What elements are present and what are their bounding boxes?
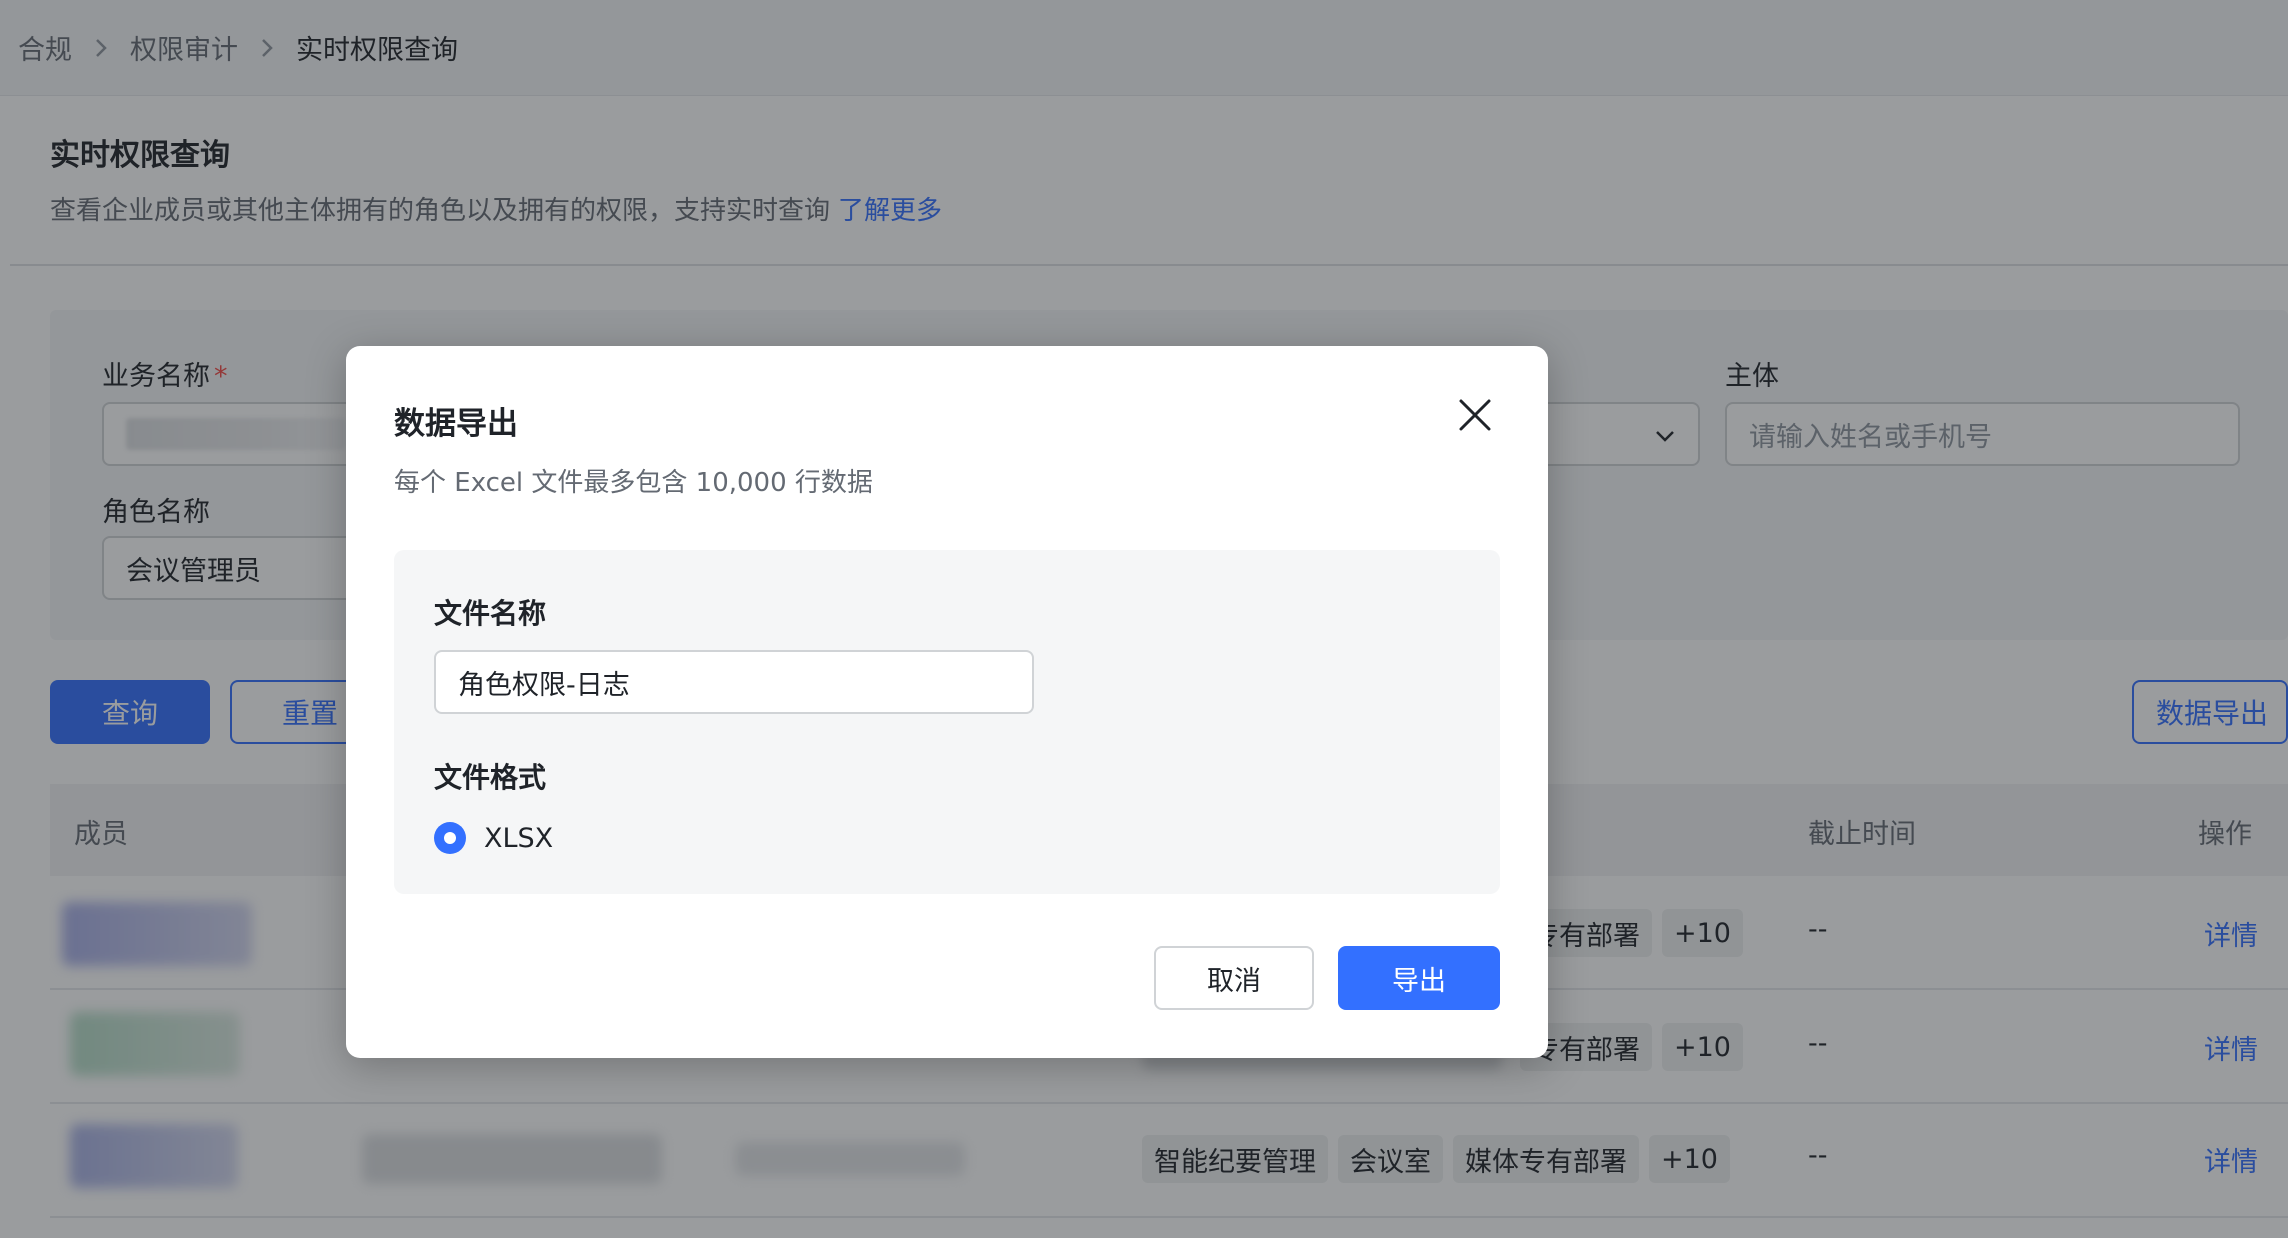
export-button[interactable]: 导出 <box>1338 946 1500 1010</box>
file-name-input[interactable]: 角色权限-日志 <box>434 650 1034 714</box>
close-icon[interactable] <box>1456 396 1494 434</box>
export-options-panel: 文件名称 角色权限-日志 文件格式 XLSX <box>394 550 1500 894</box>
export-dialog: 数据导出 每个 Excel 文件最多包含 10,000 行数据 文件名称 角色权… <box>346 346 1548 1058</box>
dialog-title: 数据导出 <box>394 406 518 442</box>
file-format-label: 文件格式 <box>434 761 547 794</box>
radio-selected-icon[interactable] <box>434 822 466 854</box>
format-option-xlsx[interactable]: XLSX <box>434 822 553 854</box>
file-name-label: 文件名称 <box>434 597 547 630</box>
format-option-label: XLSX <box>484 822 554 854</box>
cancel-button[interactable]: 取消 <box>1154 946 1314 1010</box>
dialog-subtitle: 每个 Excel 文件最多包含 10,000 行数据 <box>394 468 873 498</box>
